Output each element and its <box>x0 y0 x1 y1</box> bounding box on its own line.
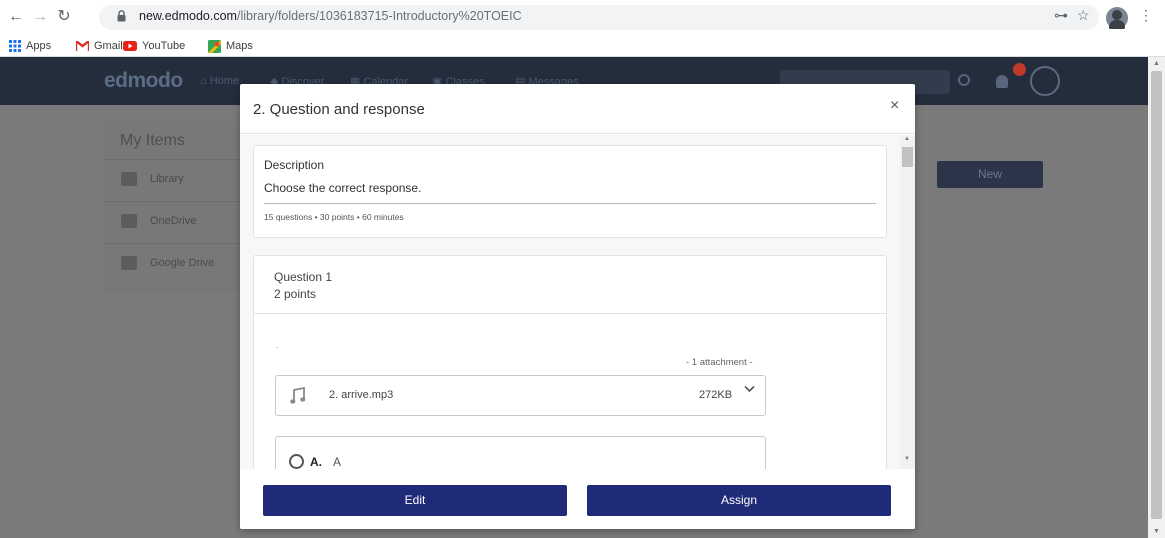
radio-button[interactable] <box>289 454 304 469</box>
assignment-modal: 2. Question and response × Description C… <box>240 84 915 529</box>
modal-title: 2. Question and response <box>253 101 425 118</box>
scrollbar-thumb[interactable] <box>902 147 913 167</box>
user-avatar <box>1030 66 1060 96</box>
onedrive-icon <box>121 214 137 228</box>
browser-chrome: ← → ↻ new.edmodo.com/library/folders/103… <box>0 0 1165 57</box>
answer-option-a[interactable]: A. A <box>275 436 766 469</box>
scroll-down-arrow-icon[interactable]: ▼ <box>1153 528 1160 535</box>
maps-icon <box>208 39 221 53</box>
key-icon[interactable]: ⊶ <box>1054 7 1068 24</box>
library-icon <box>121 172 137 186</box>
scrollbar-thumb[interactable] <box>1151 71 1162 519</box>
lock-icon <box>117 10 126 22</box>
option-text: A <box>333 455 342 469</box>
search-icon <box>958 74 970 86</box>
menu-dots-icon[interactable]: ⋮ <box>1139 7 1153 24</box>
option-letter: A. <box>310 455 322 469</box>
modal-body[interactable]: Description Choose the correct response.… <box>240 135 915 469</box>
modal-scrollbar[interactable]: ▲ ▼ <box>900 135 915 469</box>
scroll-up-arrow-icon[interactable]: ▲ <box>1153 60 1160 67</box>
edit-button[interactable]: Edit <box>263 485 567 516</box>
page-scrollbar[interactable]: ▲ ▼ <box>1148 57 1165 538</box>
description-card: Description Choose the correct response.… <box>253 145 887 238</box>
close-icon[interactable]: × <box>890 97 899 115</box>
description-label: Description <box>264 158 325 172</box>
notification-badge <box>1013 63 1026 76</box>
question-points: 2 points <box>274 287 317 301</box>
divider <box>264 203 876 204</box>
modal-header: 2. Question and response × <box>240 84 915 134</box>
browser-toolbar: ← → ↻ new.edmodo.com/library/folders/103… <box>0 0 1165 34</box>
question-card: Question 1 2 points . - 1 attachment - 2… <box>253 255 887 469</box>
apps-grid-icon <box>9 40 21 52</box>
profile-avatar[interactable] <box>1106 7 1128 29</box>
description-text: Choose the correct response. <box>264 181 422 195</box>
assign-button[interactable]: Assign <box>587 485 891 516</box>
back-arrow-icon[interactable]: ← <box>5 6 27 28</box>
modal-footer: Edit Assign <box>240 469 915 529</box>
scroll-down-arrow-icon[interactable]: ▼ <box>904 456 910 462</box>
bookmark-maps[interactable]: Maps <box>208 38 253 54</box>
gmail-icon <box>76 41 89 51</box>
library-item: Library <box>104 159 254 199</box>
reload-icon[interactable]: ↻ <box>53 6 75 28</box>
forward-arrow-icon[interactable]: → <box>29 6 51 28</box>
music-note-icon <box>290 387 306 404</box>
star-icon[interactable]: ☆ <box>1077 7 1090 24</box>
google-drive-icon <box>121 256 137 270</box>
attachment-item[interactable]: 2. arrive.mp3 272KB <box>275 375 766 416</box>
nav-home: ⌂ Home <box>200 75 240 87</box>
my-items-title: My Items <box>120 132 185 149</box>
question-prompt: . <box>276 340 279 350</box>
edmodo-logo: edmodo <box>104 69 183 92</box>
my-items-panel: My Items Library OneDrive Google Drive <box>104 122 254 292</box>
question-title: Question 1 <box>274 270 333 284</box>
new-button: New <box>937 161 1043 188</box>
bookmark-gmail[interactable]: Gmail <box>76 38 123 54</box>
attachment-name: 2. arrive.mp3 <box>329 389 394 401</box>
scroll-up-arrow-icon[interactable]: ▲ <box>904 136 910 142</box>
bookmark-apps[interactable]: Apps <box>9 38 51 54</box>
google-drive-item: Google Drive <box>104 243 254 283</box>
youtube-icon <box>123 41 137 51</box>
url-text: new.edmodo.com/library/folders/103618371… <box>139 9 522 23</box>
bell-icon <box>996 75 1008 88</box>
attachment-count: - 1 attachment - <box>686 357 753 368</box>
chevron-down-icon[interactable] <box>744 385 755 393</box>
onedrive-item: OneDrive <box>104 201 254 241</box>
bookmark-youtube[interactable]: YouTube <box>123 38 185 54</box>
quiz-meta: 15 questions • 30 points • 60 minutes <box>264 212 404 222</box>
divider <box>254 313 886 314</box>
attachment-size: 272KB <box>699 389 733 401</box>
